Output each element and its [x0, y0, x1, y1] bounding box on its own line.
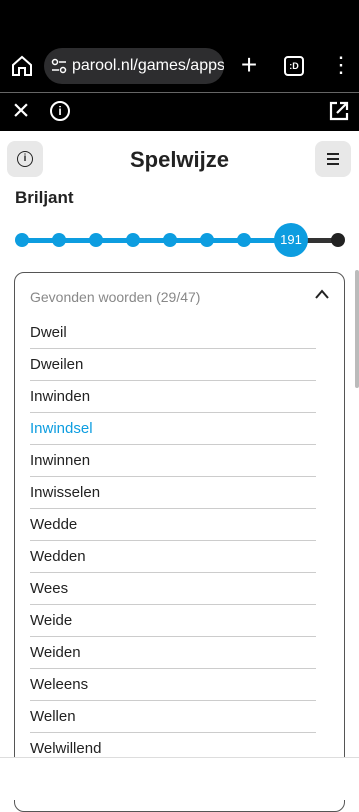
list-item: Wedde — [30, 509, 316, 541]
progress-step — [237, 233, 251, 247]
list-item: Inwisselen — [30, 477, 316, 509]
list-item: Inwinden — [30, 381, 316, 413]
tab-switcher-label: :D — [289, 61, 299, 71]
found-words-panel: Gevonden woorden (29/47) Dweil Dweilen Inw… — [14, 272, 345, 812]
address-bar[interactable]: parool.nl/games/apps/ — [44, 48, 224, 84]
progress-step-final — [331, 233, 345, 247]
found-words-header[interactable]: Gevonden woorden (29/47) — [30, 289, 200, 305]
list-item: Wedden — [30, 541, 316, 573]
bottom-area — [0, 757, 359, 800]
progress-step — [52, 233, 66, 247]
url-text: parool.nl/games/apps/ — [72, 57, 224, 74]
score-badge: 191 — [274, 223, 308, 257]
list-item: Wees — [30, 573, 316, 605]
list-item: Wellen — [30, 701, 316, 733]
new-tab-icon[interactable]: + — [238, 51, 260, 79]
info-icon[interactable]: i — [50, 101, 70, 121]
list-item: Weide — [30, 605, 316, 637]
rank-label: Briljant — [15, 188, 74, 207]
hamburger-icon-line — [327, 163, 339, 165]
scrollbar[interactable] — [355, 270, 359, 388]
progress-step — [200, 233, 214, 247]
more-menu-icon[interactable]: ⋮ — [330, 54, 352, 78]
site-settings-icon[interactable] — [50, 57, 68, 75]
list-item: Weiden — [30, 637, 316, 669]
close-icon[interactable]: × — [10, 96, 32, 126]
list-item: Dweilen — [30, 349, 316, 381]
menu-button[interactable] — [315, 141, 351, 177]
progress-step — [15, 233, 29, 247]
chevron-up-icon[interactable] — [315, 289, 329, 299]
tab-switcher-icon[interactable]: :D — [284, 56, 304, 76]
word-list: Dweil Dweilen Inwinden Inwindsel Inwinnen Inw… — [30, 317, 316, 765]
list-item: Inwinnen — [30, 445, 316, 477]
list-item: Dweil — [30, 317, 316, 349]
progress-step — [126, 233, 140, 247]
game-topbar: × i — [0, 93, 359, 131]
hamburger-icon — [327, 153, 339, 155]
list-item: Inwindsel — [30, 413, 316, 445]
progress-step — [163, 233, 177, 247]
browser-toolbar: parool.nl/games/apps/ + :D ⋮ — [0, 40, 359, 92]
hamburger-icon-line — [327, 158, 339, 160]
home-icon[interactable] — [10, 54, 34, 78]
progress-step — [89, 233, 103, 247]
page-header: i Spelwijze — [0, 131, 359, 187]
external-link-icon[interactable] — [328, 100, 350, 122]
progress-bar: 191 — [15, 220, 345, 260]
page-title: Spelwijze — [129, 147, 230, 172]
status-bar — [0, 0, 359, 40]
list-item: Weleens — [30, 669, 316, 701]
